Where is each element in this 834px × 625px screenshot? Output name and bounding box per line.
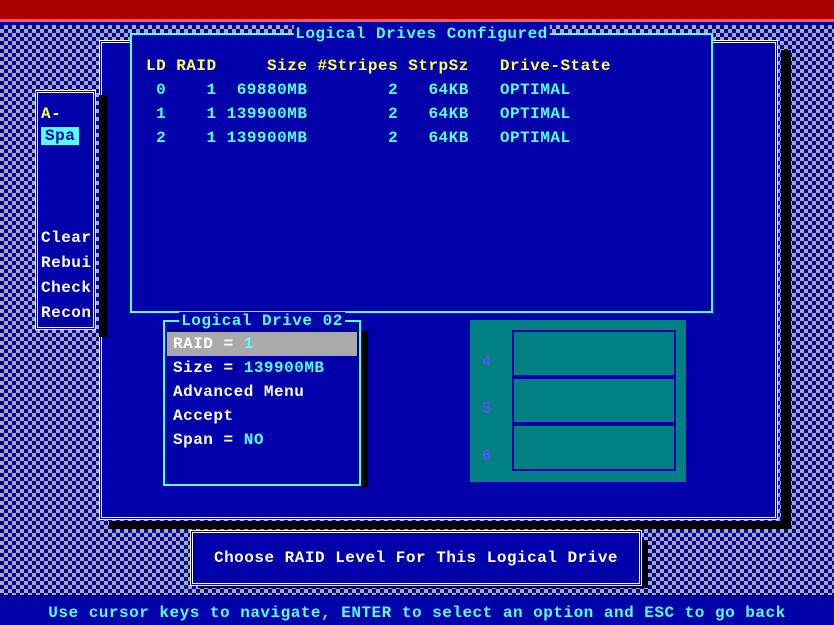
cell: 2: [142, 127, 170, 149]
prompt-text: Choose RAID Level For This Logical Drive: [214, 549, 618, 567]
drive-bay[interactable]: [512, 424, 676, 471]
cell: 2: [313, 79, 402, 101]
col-strpsz: StrpSz: [404, 55, 473, 77]
advanced-menu-item[interactable]: Advanced Menu: [173, 383, 304, 401]
logical-drives-panel: Logical Drives Configured LD RAID Size #…: [130, 33, 713, 313]
table-row[interactable]: 1 1 139900MB 2 64KB OPTIMAL: [142, 103, 615, 125]
side-item-clear[interactable]: Clear: [41, 226, 92, 251]
logical-drives-title: Logical Drives Configured: [293, 25, 550, 43]
logical-drives-table: LD RAID Size #Stripes StrpSz Drive-State…: [140, 53, 617, 151]
side-a-label: A-: [41, 105, 61, 123]
cell: 2: [313, 127, 402, 149]
span-field[interactable]: Span = NO: [173, 431, 264, 449]
raid-level-field[interactable]: RAID = 1: [167, 332, 357, 356]
size-field[interactable]: Size = 139900MB: [173, 359, 325, 377]
ld-editor-title: Logical Drive 02: [179, 312, 345, 330]
cell: OPTIMAL: [475, 79, 615, 101]
shadow: [781, 50, 791, 528]
drive-bay-panel: 4 5 6: [470, 320, 686, 482]
size-value: 139900MB: [244, 359, 325, 377]
cell: 139900MB: [223, 127, 312, 149]
side-item-check[interactable]: Check: [41, 276, 92, 301]
raid-value: 1: [244, 335, 254, 353]
col-ld: LD: [142, 55, 170, 77]
prompt-dialog: Choose RAID Level For This Logical Drive: [190, 530, 642, 586]
cell: 1: [142, 103, 170, 125]
drive-bay[interactable]: [512, 330, 676, 377]
shadow: [109, 521, 791, 529]
col-state: Drive-State: [475, 55, 615, 77]
logical-drive-editor: Logical Drive 02 RAID = 1 Size = 139900M…: [163, 320, 361, 486]
col-stripes: #Stripes: [313, 55, 402, 77]
col-size: Size: [223, 55, 312, 77]
cell: 1: [172, 127, 220, 149]
cell: 1: [172, 79, 220, 101]
shadow: [360, 331, 368, 487]
span-value: NO: [244, 431, 264, 449]
span-label: Span =: [173, 431, 244, 449]
cell: 1: [172, 103, 220, 125]
cell: 2: [313, 103, 402, 125]
table-row[interactable]: 2 1 139900MB 2 64KB OPTIMAL: [142, 127, 615, 149]
drive-bay[interactable]: [512, 377, 676, 424]
col-raid: RAID: [172, 55, 220, 77]
accept-item[interactable]: Accept: [173, 407, 234, 425]
cell: 0: [142, 79, 170, 101]
cell: OPTIMAL: [475, 103, 615, 125]
bay-number: 4: [482, 353, 492, 371]
side-selected-item[interactable]: Spa: [41, 127, 79, 145]
side-item-rebuild[interactable]: Rebui: [41, 251, 92, 276]
side-actions-list: Clear Rebui Check Recon: [41, 226, 92, 326]
help-bar: Use cursor keys to navigate, ENTER to se…: [0, 601, 834, 625]
cell: 64KB: [404, 127, 473, 149]
side-item-recon[interactable]: Recon: [41, 301, 92, 326]
bay-number: 5: [482, 400, 492, 418]
cell: OPTIMAL: [475, 127, 615, 149]
cell: 64KB: [404, 103, 473, 125]
shadow: [99, 95, 107, 337]
size-label: Size =: [173, 359, 244, 377]
cell: 139900MB: [223, 103, 312, 125]
raid-label: RAID =: [173, 335, 244, 353]
bay-number: 6: [482, 447, 492, 465]
title-bar: PERC/CERC BIOS Configuration Utility U82…: [0, 0, 834, 22]
cell: 64KB: [404, 79, 473, 101]
cell: 69880MB: [223, 79, 312, 101]
table-row[interactable]: 0 1 69880MB 2 64KB OPTIMAL: [142, 79, 615, 101]
